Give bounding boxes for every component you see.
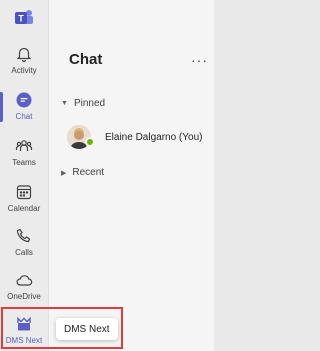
- presence-available-icon: [85, 137, 95, 147]
- chat-panel: Chat ··· ▼ Pinned Elaine Dalgarno (You) …: [48, 0, 214, 351]
- chat-list-item[interactable]: Elaine Dalgarno (You): [67, 120, 217, 154]
- calendar-icon: [14, 182, 34, 202]
- teams-logo-icon: T: [14, 8, 34, 28]
- cloud-icon: [14, 270, 34, 290]
- rail-item-label: Teams: [12, 158, 36, 167]
- rail-item-calendar[interactable]: Calendar: [0, 178, 48, 224]
- chat-contact-name: Elaine Dalgarno (You): [105, 131, 203, 143]
- rail-item-onedrive[interactable]: OneDrive: [0, 266, 48, 312]
- bell-icon: [14, 44, 34, 64]
- more-options-button[interactable]: ···: [191, 52, 208, 68]
- page-title: Chat: [69, 51, 103, 68]
- rail-item-label: Calendar: [7, 204, 41, 213]
- rail-item-label: Chat: [15, 112, 33, 121]
- section-recent[interactable]: ▶ Recent: [61, 167, 104, 178]
- rail-item-calls[interactable]: Calls: [0, 222, 48, 268]
- teams-app: T Activity Chat Teams Calendar Calls One…: [0, 0, 214, 351]
- rail-item-label: OneDrive: [7, 292, 41, 301]
- section-label: Pinned: [73, 98, 106, 109]
- teams-icon: [14, 136, 34, 156]
- tooltip: DMS Next: [56, 318, 118, 340]
- caret-down-icon: ▼: [61, 100, 68, 107]
- svg-text:T: T: [18, 14, 24, 24]
- rail-item-activity[interactable]: Activity: [0, 40, 48, 86]
- caret-right-icon: ▶: [61, 169, 67, 177]
- rail-item-label: Calls: [15, 248, 33, 257]
- rail-item-teams[interactable]: Teams: [0, 132, 48, 178]
- rail-item-label: Activity: [11, 66, 37, 75]
- app-rail: T Activity Chat Teams Calendar Calls One…: [0, 0, 48, 351]
- section-pinned[interactable]: ▼ Pinned: [61, 98, 105, 109]
- section-label: Recent: [72, 167, 105, 178]
- rail-item-chat[interactable]: Chat: [0, 86, 48, 132]
- phone-icon: [14, 226, 34, 246]
- chat-icon: [14, 90, 34, 110]
